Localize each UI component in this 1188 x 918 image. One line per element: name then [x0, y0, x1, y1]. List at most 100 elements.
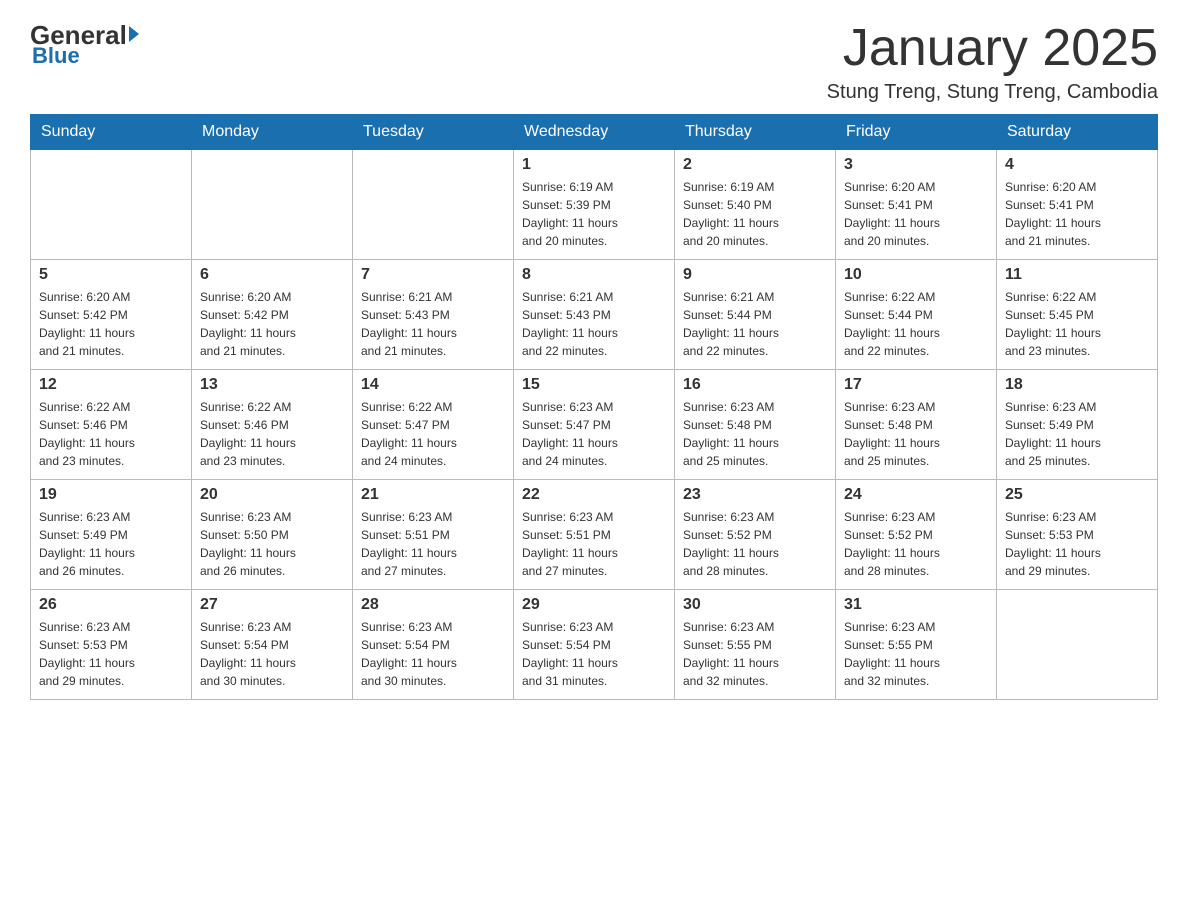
logo-arrow-icon — [129, 26, 139, 42]
day-number: 5 — [39, 266, 183, 284]
calendar-cell: 18 Sunrise: 6:23 AMSunset: 5:49 PMDayligh… — [997, 370, 1158, 480]
day-number: 13 — [200, 376, 344, 394]
calendar-cell: 4Sunrise: 6:20 AMSunset: 5:41 PMDaylight… — [997, 150, 1158, 260]
day-number: 25 — [1005, 486, 1149, 504]
calendar-cell: 28 Sunrise: 6:23 AMSunset: 5:54 PMDayligh… — [353, 590, 514, 700]
day-info: Sunrise: 6:23 AMSunset: 5:55 PMDaylight:… — [683, 618, 827, 690]
day-info: Sunrise: 6:19 AMSunset: 5:39 PMDaylight:… — [522, 178, 666, 250]
day-number: 4 — [1005, 156, 1149, 174]
day-info: Sunrise: 6:20 AMSunset: 5:42 PMDaylight:… — [200, 288, 344, 360]
day-number: 29 — [522, 596, 666, 614]
day-info: Sunrise: 6:23 AMSunset: 5:52 PMDaylight:… — [844, 508, 988, 580]
week-row-2: 5 Sunrise: 6:20 AMSunset: 5:42 PMDaylight… — [31, 260, 1158, 370]
calendar-cell: 9 Sunrise: 6:21 AMSunset: 5:44 PMDaylight… — [675, 260, 836, 370]
day-number: 15 — [522, 376, 666, 394]
month-title: January 2025 — [827, 20, 1158, 77]
calendar-cell: 27 Sunrise: 6:23 AMSunset: 5:54 PMDayligh… — [192, 590, 353, 700]
day-number: 21 — [361, 486, 505, 504]
day-number: 28 — [361, 596, 505, 614]
day-info: Sunrise: 6:23 AMSunset: 5:51 PMDaylight:… — [361, 508, 505, 580]
weekday-header-tuesday: Tuesday — [353, 115, 514, 150]
calendar-cell: 13 Sunrise: 6:22 AMSunset: 5:46 PMDayligh… — [192, 370, 353, 480]
calendar-cell: 21 Sunrise: 6:23 AMSunset: 5:51 PMDayligh… — [353, 480, 514, 590]
day-number: 3 — [844, 156, 988, 174]
calendar-cell: 30 Sunrise: 6:23 AMSunset: 5:55 PMDayligh… — [675, 590, 836, 700]
weekday-header-thursday: Thursday — [675, 115, 836, 150]
weekday-header-wednesday: Wednesday — [514, 115, 675, 150]
day-number: 1 — [522, 156, 666, 174]
calendar-cell: 25 Sunrise: 6:23 AMSunset: 5:53 PMDayligh… — [997, 480, 1158, 590]
calendar-cell: 3Sunrise: 6:20 AMSunset: 5:41 PMDaylight… — [836, 150, 997, 260]
calendar-cell: 29Sunrise: 6:23 AMSunset: 5:54 PMDayligh… — [514, 590, 675, 700]
calendar-cell: 12 Sunrise: 6:22 AMSunset: 5:46 PMDayligh… — [31, 370, 192, 480]
weekday-header-friday: Friday — [836, 115, 997, 150]
calendar-cell: 16 Sunrise: 6:23 AMSunset: 5:48 PMDayligh… — [675, 370, 836, 480]
day-number: 30 — [683, 596, 827, 614]
calendar-cell: 7Sunrise: 6:21 AMSunset: 5:43 PMDaylight… — [353, 260, 514, 370]
header: General Blue January 2025 Stung Treng, S… — [30, 20, 1158, 104]
calendar-cell: 2 Sunrise: 6:19 AMSunset: 5:40 PMDaylight… — [675, 150, 836, 260]
day-info: Sunrise: 6:22 AMSunset: 5:45 PMDaylight:… — [1005, 288, 1149, 360]
day-number: 16 — [683, 376, 827, 394]
calendar-cell: 1 Sunrise: 6:19 AMSunset: 5:39 PMDaylight… — [514, 150, 675, 260]
day-number: 31 — [844, 596, 988, 614]
day-number: 18 — [1005, 376, 1149, 394]
weekday-header-row: SundayMondayTuesdayWednesdayThursdayFrid… — [31, 115, 1158, 150]
calendar-cell: 26Sunrise: 6:23 AMSunset: 5:53 PMDayligh… — [31, 590, 192, 700]
day-info: Sunrise: 6:23 AMSunset: 5:47 PMDaylight:… — [522, 398, 666, 470]
logo: General Blue — [30, 20, 139, 69]
weekday-header-monday: Monday — [192, 115, 353, 150]
day-number: 22 — [522, 486, 666, 504]
calendar-cell: 11 Sunrise: 6:22 AMSunset: 5:45 PMDayligh… — [997, 260, 1158, 370]
day-info: Sunrise: 6:23 AMSunset: 5:53 PMDaylight:… — [39, 618, 183, 690]
week-row-1: 1 Sunrise: 6:19 AMSunset: 5:39 PMDaylight… — [31, 150, 1158, 260]
day-number: 27 — [200, 596, 344, 614]
day-info: Sunrise: 6:22 AMSunset: 5:44 PMDaylight:… — [844, 288, 988, 360]
location-title: Stung Treng, Stung Treng, Cambodia — [827, 81, 1158, 104]
calendar-cell — [353, 150, 514, 260]
logo-blue: Blue — [32, 43, 80, 69]
week-row-3: 12 Sunrise: 6:22 AMSunset: 5:46 PMDayligh… — [31, 370, 1158, 480]
day-number: 12 — [39, 376, 183, 394]
day-number: 7 — [361, 266, 505, 284]
day-info: Sunrise: 6:23 AMSunset: 5:53 PMDaylight:… — [1005, 508, 1149, 580]
day-info: Sunrise: 6:23 AMSunset: 5:52 PMDaylight:… — [683, 508, 827, 580]
calendar-cell — [997, 590, 1158, 700]
calendar-cell — [192, 150, 353, 260]
day-info: Sunrise: 6:23 AMSunset: 5:49 PMDaylight:… — [1005, 398, 1149, 470]
weekday-header-saturday: Saturday — [997, 115, 1158, 150]
day-info: Sunrise: 6:22 AMSunset: 5:46 PMDaylight:… — [39, 398, 183, 470]
calendar-cell — [31, 150, 192, 260]
day-info: Sunrise: 6:23 AMSunset: 5:51 PMDaylight:… — [522, 508, 666, 580]
day-number: 14 — [361, 376, 505, 394]
calendar-cell: 17Sunrise: 6:23 AMSunset: 5:48 PMDayligh… — [836, 370, 997, 480]
calendar-cell: 24 Sunrise: 6:23 AMSunset: 5:52 PMDayligh… — [836, 480, 997, 590]
day-info: Sunrise: 6:20 AMSunset: 5:42 PMDaylight:… — [39, 288, 183, 360]
day-info: Sunrise: 6:21 AMSunset: 5:43 PMDaylight:… — [522, 288, 666, 360]
day-info: Sunrise: 6:23 AMSunset: 5:48 PMDaylight:… — [683, 398, 827, 470]
day-number: 2 — [683, 156, 827, 174]
day-number: 24 — [844, 486, 988, 504]
day-number: 10 — [844, 266, 988, 284]
calendar-cell: 23 Sunrise: 6:23 AMSunset: 5:52 PMDayligh… — [675, 480, 836, 590]
week-row-5: 26Sunrise: 6:23 AMSunset: 5:53 PMDayligh… — [31, 590, 1158, 700]
week-row-4: 19Sunrise: 6:23 AMSunset: 5:49 PMDayligh… — [31, 480, 1158, 590]
calendar-cell: 31 Sunrise: 6:23 AMSunset: 5:55 PMDayligh… — [836, 590, 997, 700]
calendar-cell: 5 Sunrise: 6:20 AMSunset: 5:42 PMDaylight… — [31, 260, 192, 370]
day-info: Sunrise: 6:22 AMSunset: 5:47 PMDaylight:… — [361, 398, 505, 470]
day-number: 11 — [1005, 266, 1149, 284]
day-number: 9 — [683, 266, 827, 284]
day-info: Sunrise: 6:23 AMSunset: 5:55 PMDaylight:… — [844, 618, 988, 690]
day-info: Sunrise: 6:23 AMSunset: 5:54 PMDaylight:… — [200, 618, 344, 690]
day-number: 23 — [683, 486, 827, 504]
day-info: Sunrise: 6:23 AMSunset: 5:50 PMDaylight:… — [200, 508, 344, 580]
day-info: Sunrise: 6:22 AMSunset: 5:46 PMDaylight:… — [200, 398, 344, 470]
day-info: Sunrise: 6:19 AMSunset: 5:40 PMDaylight:… — [683, 178, 827, 250]
title-area: January 2025 Stung Treng, Stung Treng, C… — [827, 20, 1158, 104]
day-number: 6 — [200, 266, 344, 284]
day-info: Sunrise: 6:21 AMSunset: 5:44 PMDaylight:… — [683, 288, 827, 360]
calendar-cell: 14 Sunrise: 6:22 AMSunset: 5:47 PMDayligh… — [353, 370, 514, 480]
day-info: Sunrise: 6:23 AMSunset: 5:54 PMDaylight:… — [361, 618, 505, 690]
calendar-cell: 19Sunrise: 6:23 AMSunset: 5:49 PMDayligh… — [31, 480, 192, 590]
calendar: SundayMondayTuesdayWednesdayThursdayFrid… — [30, 114, 1158, 700]
